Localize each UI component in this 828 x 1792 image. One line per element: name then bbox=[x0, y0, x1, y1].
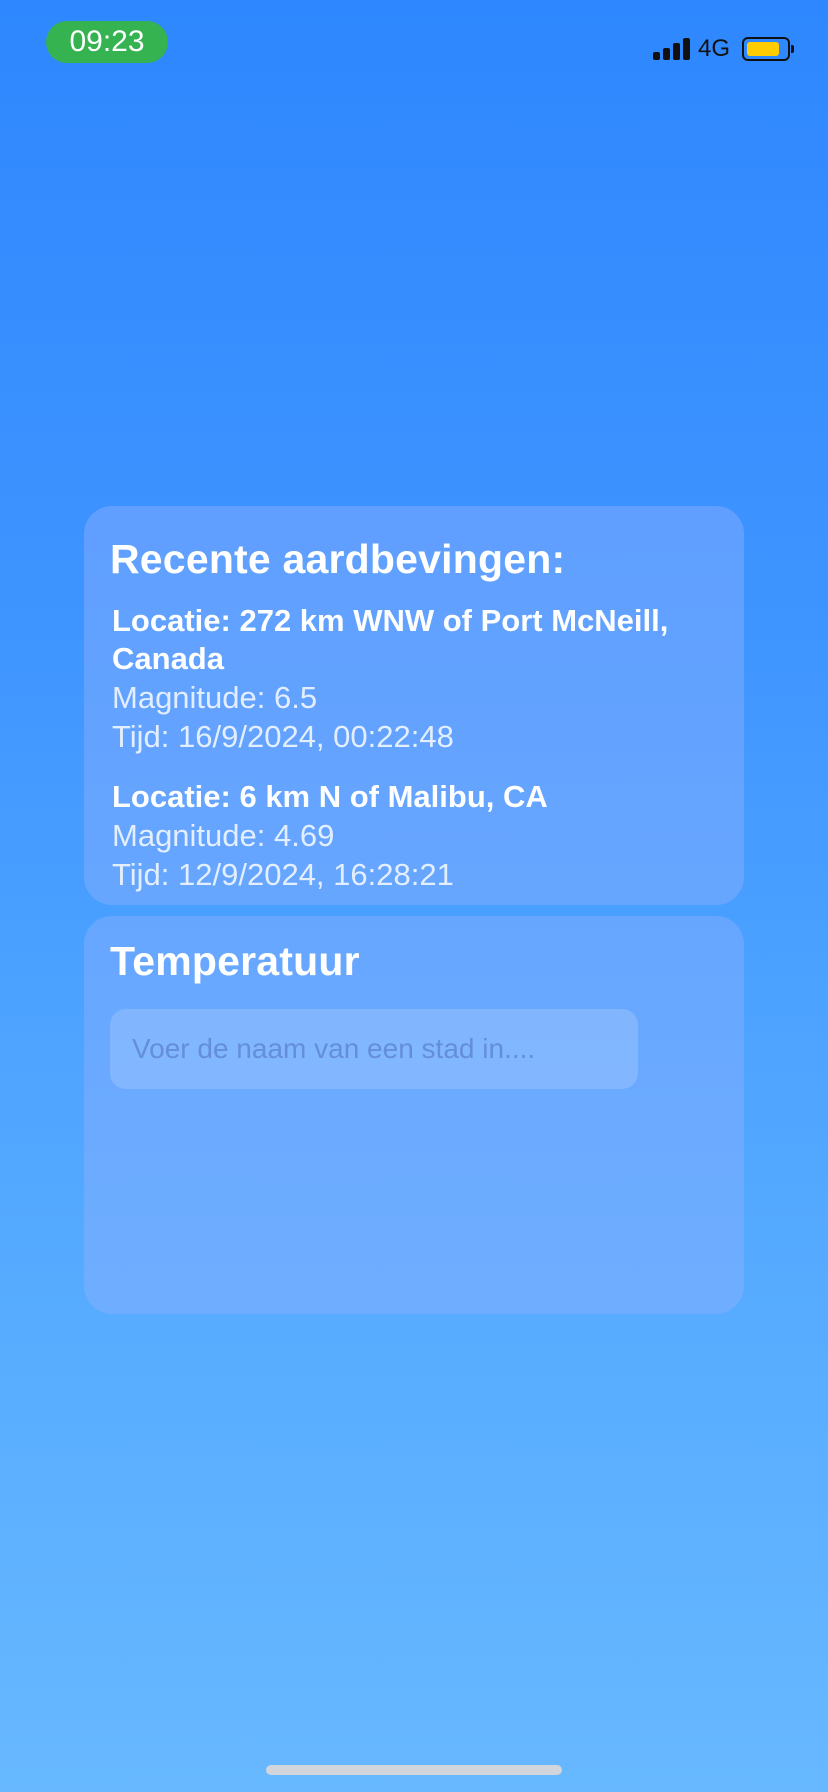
battery-icon bbox=[742, 37, 790, 61]
earthquake-location: Locatie: 6 km N of Malibu, CA bbox=[112, 779, 548, 814]
earthquakes-card: Recente aardbevingen: Locatie: 272 km WN… bbox=[84, 506, 744, 905]
signal-bars-icon bbox=[653, 38, 691, 60]
earthquake-location: Locatie: 272 km WNW of Port McNeill, Can… bbox=[112, 603, 669, 676]
temperature-title: Temperatuur bbox=[110, 938, 360, 984]
earthquake-time: Tijd: 16/9/2024, 00:22:48 bbox=[112, 719, 454, 754]
battery-tip bbox=[791, 45, 794, 53]
status-time[interactable]: 09:23 bbox=[46, 21, 168, 63]
city-search-input[interactable] bbox=[110, 1009, 638, 1089]
earthquake-item: Locatie: 272 km WNW of Port McNeill, Can… bbox=[112, 602, 712, 756]
network-type: 4G bbox=[698, 35, 731, 62]
earthquake-time: Tijd: 12/9/2024, 16:28:21 bbox=[112, 857, 454, 892]
earthquake-magnitude: Magnitude: 4.69 bbox=[112, 818, 335, 853]
battery-level-fill bbox=[747, 42, 779, 56]
earthquake-item: Locatie: 6 km N of Malibu, CA Magnitude:… bbox=[112, 778, 712, 894]
earthquakes-title: Recente aardbevingen: bbox=[110, 536, 566, 582]
home-indicator[interactable] bbox=[266, 1765, 562, 1775]
earthquake-list: Locatie: 272 km WNW of Port McNeill, Can… bbox=[112, 602, 712, 916]
temperature-card: Temperatuur bbox=[84, 916, 744, 1314]
earthquake-magnitude: Magnitude: 6.5 bbox=[112, 680, 318, 715]
status-bar: 09:23 4G bbox=[0, 0, 828, 90]
